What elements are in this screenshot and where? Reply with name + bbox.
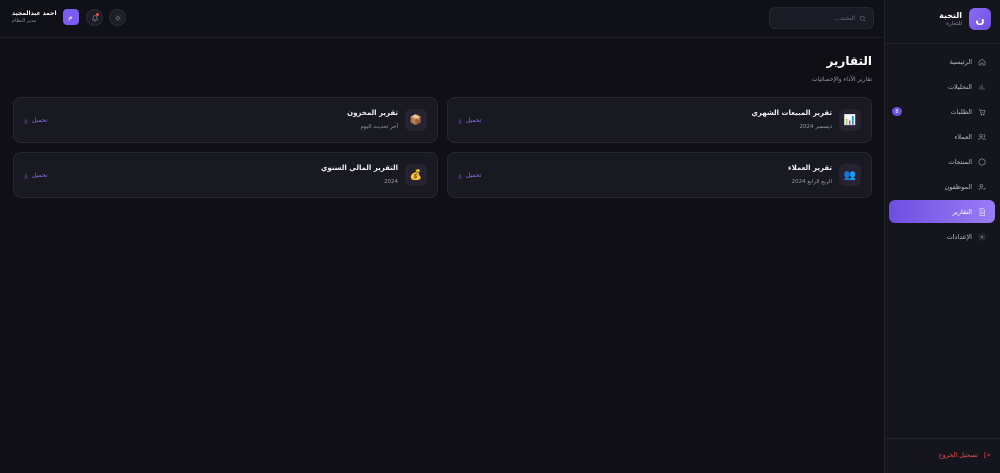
sidebar-item-label: المنتجات [948, 157, 972, 166]
report-title: التقرير المالي السنوي [320, 164, 398, 172]
box-icon [978, 157, 986, 166]
sidebar-item-label: التحليلات [947, 82, 972, 91]
user-menu[interactable]: احمد عبدالمجيد مدير النظام م [12, 9, 79, 25]
download-label: تحميل [466, 172, 482, 179]
user-role: مدير النظام [12, 17, 37, 24]
sidebar-item-label: الطلبات [950, 107, 972, 116]
download-icon [458, 173, 462, 178]
report-title: تقرير المبيعات الشهري [751, 109, 832, 117]
package-icon: 📦 [405, 109, 427, 131]
sidebar-item-label: التقارير [952, 207, 972, 216]
sidebar-item-label: الموظفون [944, 182, 973, 191]
theme-toggle-button[interactable] [109, 9, 126, 26]
cart-icon [979, 108, 986, 115]
search-box[interactable] [769, 7, 874, 29]
search-input[interactable] [775, 14, 855, 22]
report-meta: الربع الرابع 2024 [791, 179, 832, 185]
page-title: التقارير [826, 54, 872, 68]
sidebar-item-label: الرئيسية [949, 57, 972, 66]
chart-icon [979, 83, 985, 90]
sidebar: ن النخبة للتجارة الرئيسية التحليلات الطل… [884, 0, 1000, 473]
sidebar-item-orders[interactable]: الطلبات 8 [889, 100, 995, 123]
sun-icon [114, 14, 121, 21]
sidebar-item-label: الإعدادات [946, 232, 972, 241]
logout-button[interactable]: تسجيل الخروج [938, 451, 991, 459]
download-icon [458, 118, 462, 123]
report-card[interactable]: 👥 تقرير العملاء الربع الرابع 2024 تحميل [447, 152, 872, 198]
report-card[interactable]: 📦 تقرير المخزون آخر تحديث اليوم تحميل [13, 97, 438, 143]
download-button[interactable]: تحميل [457, 117, 481, 124]
report-meta: ديسمبر 2024 [799, 124, 832, 130]
gear-icon [978, 233, 986, 240]
sidebar-nav: الرئيسية التحليلات الطلبات 8 العملاء الم… [889, 50, 995, 250]
report-icon [979, 207, 985, 216]
download-icon [24, 118, 28, 123]
sidebar-item-products[interactable]: المنتجات [889, 150, 995, 173]
download-label: تحميل [466, 117, 482, 124]
search-icon [859, 15, 866, 21]
sidebar-item-customers[interactable]: العملاء [889, 125, 995, 148]
brand-logo: ن [969, 8, 991, 30]
sidebar-item-reports[interactable]: التقارير [889, 200, 995, 223]
report-meta: 2024 [384, 179, 398, 185]
sidebar-item-settings[interactable]: الإعدادات [889, 225, 995, 248]
download-button[interactable]: تحميل [23, 117, 47, 124]
download-label: تحميل [32, 172, 48, 179]
sidebar-divider [884, 43, 1000, 44]
notifications-button[interactable] [86, 9, 103, 26]
brand[interactable]: ن النخبة للتجارة [939, 8, 991, 30]
money-bag-icon: 💰 [405, 164, 427, 186]
bar-chart-icon: 📊 [839, 109, 861, 131]
page-subtitle: تقارير الأداء والإحصائيات [811, 76, 872, 83]
sidebar-divider [884, 438, 1000, 439]
top-header: احمد عبدالمجيد مدير النظام م [0, 0, 884, 38]
sidebar-item-employees[interactable]: الموظفون [889, 175, 995, 198]
download-icon [24, 173, 28, 178]
sidebar-item-label: العملاء [954, 132, 972, 141]
users-icon [978, 133, 986, 140]
brand-subtitle: للتجارة [946, 20, 962, 27]
notification-dot [96, 13, 99, 16]
user-name: احمد عبدالمجيد [12, 9, 57, 17]
report-card[interactable]: 💰 التقرير المالي السنوي 2024 تحميل [13, 152, 438, 198]
sidebar-item-analytics[interactable]: التحليلات [889, 75, 995, 98]
report-meta: آخر تحديث اليوم [360, 124, 398, 130]
sidebar-item-home[interactable]: الرئيسية [889, 50, 995, 73]
logout-label: تسجيل الخروج [938, 451, 978, 459]
download-label: تحميل [32, 117, 48, 124]
report-title: تقرير المخزون [347, 109, 398, 117]
home-icon [978, 58, 986, 65]
orders-count-badge: 8 [892, 107, 902, 116]
download-button[interactable]: تحميل [457, 172, 481, 179]
people-icon: 👥 [839, 164, 861, 186]
report-card[interactable]: 📊 تقرير المبيعات الشهري ديسمبر 2024 تحمي… [447, 97, 872, 143]
brand-title: النخبة [939, 10, 962, 20]
avatar: م [62, 9, 79, 25]
logout-icon [984, 452, 991, 458]
download-button[interactable]: تحميل [23, 172, 47, 179]
report-title: تقرير العملاء [787, 164, 832, 172]
employee-icon [978, 183, 986, 190]
